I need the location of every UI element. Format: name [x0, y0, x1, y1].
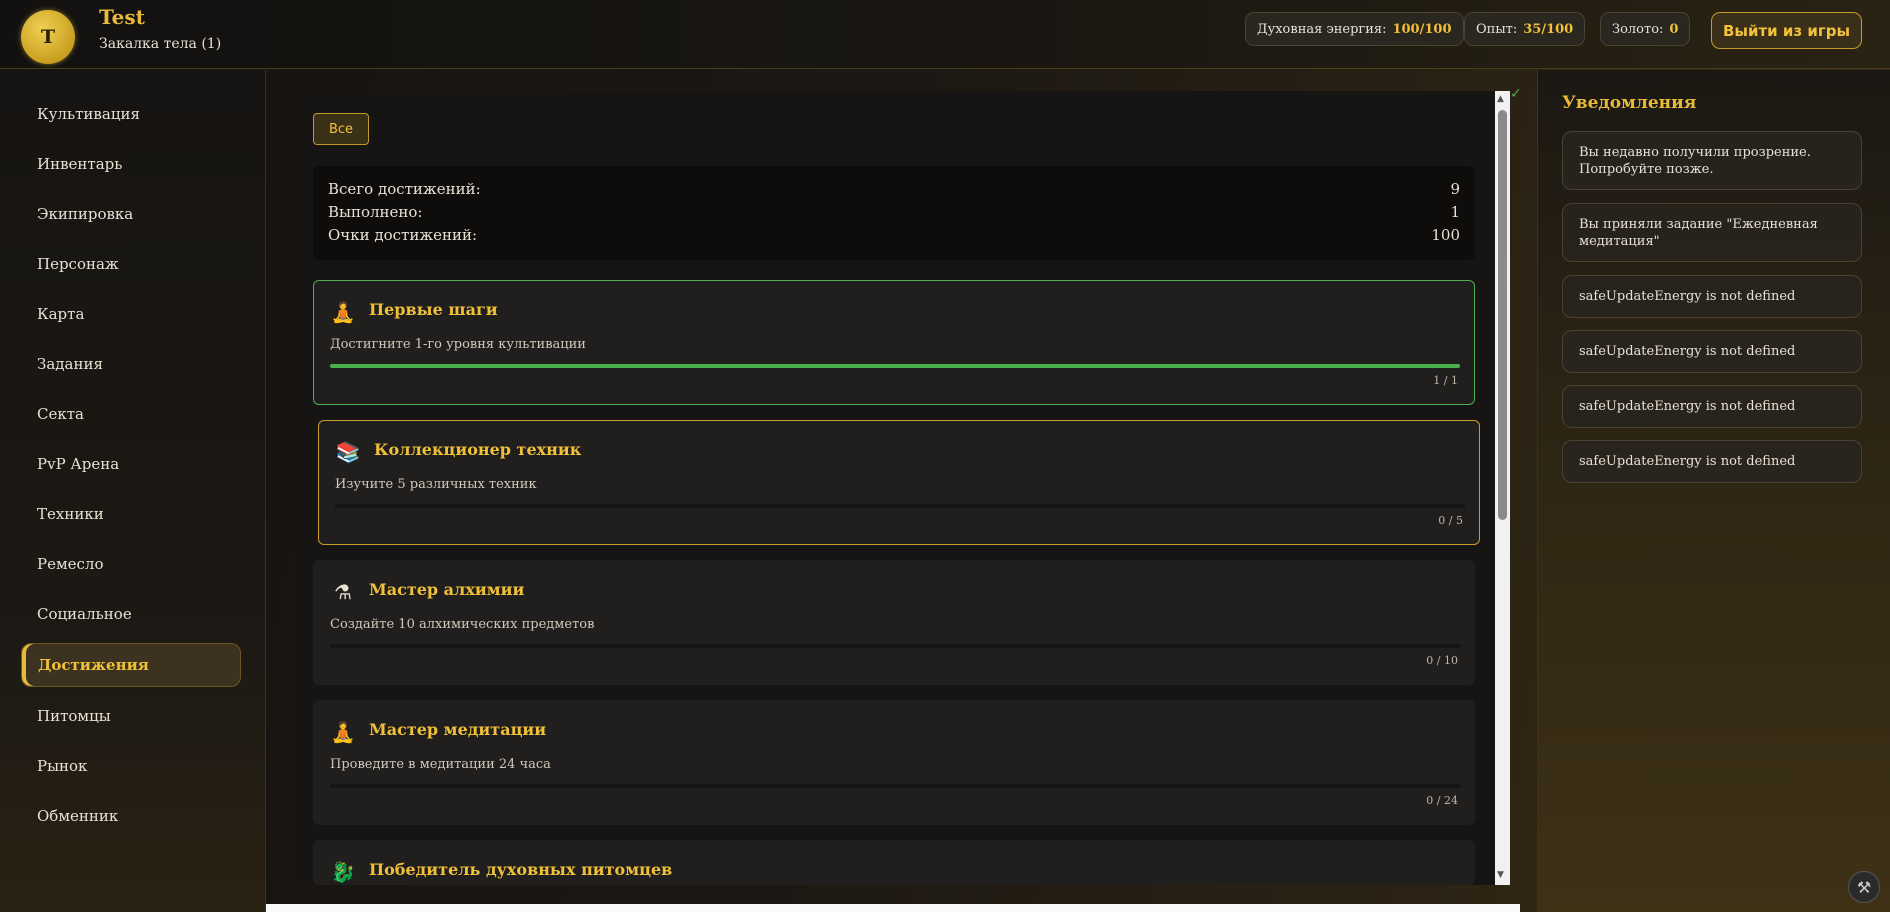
books-icon: 📚	[335, 440, 361, 464]
avatar[interactable]: T	[21, 10, 75, 64]
achievement-card[interactable]: 🧘 Первые шаги Достигните 1-го уровня культ…	[313, 280, 1475, 405]
achievement-title: Мастер алхимии	[369, 580, 525, 599]
notification-item: safeUpdateEnergy is not defined	[1562, 275, 1862, 318]
summary-label: Очки достижений:	[328, 226, 478, 244]
scroll-down-arrow-icon[interactable]: ▼	[1497, 870, 1504, 880]
top-header: T Test Закалка тела (1) Духовная энергия…	[0, 0, 1890, 69]
filter-all-button[interactable]: Все	[313, 113, 369, 145]
achievement-progress-text: 0 / 5	[1438, 514, 1463, 527]
sidebar-item-crafting[interactable]: Ремесло	[21, 542, 241, 586]
sidebar-item-equipment[interactable]: Экипировка	[21, 192, 241, 236]
achievement-progress-bar	[330, 364, 1460, 368]
notification-item: safeUpdateEnergy is not defined	[1562, 385, 1862, 428]
meditation-icon: 🧘	[330, 300, 356, 324]
sidebar-item-pets[interactable]: Питомцы	[21, 694, 241, 738]
stat-value: 0	[1669, 21, 1679, 37]
dragon-icon: 🐉	[330, 860, 356, 884]
player-name: Test	[99, 5, 145, 29]
alchemy-flask-icon: ⚗	[334, 580, 352, 604]
horizontal-scrollbar[interactable]	[266, 904, 1520, 912]
achievement-progress-fill	[330, 364, 1460, 368]
summary-value: 9	[1450, 180, 1460, 198]
player-rank: Закалка тела (1)	[99, 36, 222, 52]
check-icon: ✓	[1510, 86, 1522, 102]
scrollbar-thumb[interactable]	[1498, 110, 1507, 520]
notification-item: Вы приняли задание "Ежедневная медитация…	[1562, 203, 1862, 262]
sidebar-item-sect[interactable]: Секта	[21, 392, 241, 436]
achievement-title: Коллекционер техник	[374, 440, 582, 459]
summary-label: Всего достижений:	[328, 180, 481, 198]
stat-value: 35/100	[1523, 21, 1574, 37]
sidebar-item-cultivation[interactable]: Культивация	[21, 92, 241, 136]
sidebar-item-achievements[interactable]: Достижения	[21, 643, 241, 687]
achievement-progress-text: 0 / 24	[1426, 794, 1458, 807]
achievement-card[interactable]: 🐉 Победитель духовных питомцев	[313, 840, 1475, 885]
achievement-description: Создайте 10 алхимических предметов	[330, 617, 595, 632]
summary-value: 1	[1450, 203, 1460, 221]
notification-item: Вы недавно получили прозрение. Попробуйт…	[1562, 131, 1862, 190]
sidebar-item-map[interactable]: Карта	[21, 292, 241, 336]
notification-item: safeUpdateEnergy is not defined	[1562, 440, 1862, 483]
achievement-card[interactable]: 📚 Коллекционер техник Изучите 5 различных …	[318, 420, 1480, 545]
sidebar-item-pvp-arena[interactable]: PvP Арена	[21, 442, 241, 486]
achievement-description: Достигните 1-го уровня культивации	[330, 337, 586, 352]
sidebar-item-exchange[interactable]: Обменник	[21, 794, 241, 838]
achievement-progress-bar	[330, 784, 1460, 788]
sidebar-item-quests[interactable]: Задания	[21, 342, 241, 386]
achievement-progress-text: 0 / 10	[1426, 654, 1458, 667]
summary-row-points: Очки достижений: 100	[328, 226, 1460, 249]
experience-stat: Опыт: 35/100	[1464, 12, 1586, 46]
achievement-title: Первые шаги	[369, 300, 498, 319]
notifications-title: Уведомления	[1562, 93, 1697, 113]
notifications-panel	[1537, 70, 1890, 912]
scroll-up-arrow-icon[interactable]: ▲	[1497, 94, 1504, 104]
stat-label: Духовная энергия:	[1257, 21, 1387, 37]
notification-item: safeUpdateEnergy is not defined	[1562, 330, 1862, 373]
spirit-energy-stat: Духовная энергия: 100/100	[1245, 12, 1464, 46]
summary-row-total: Всего достижений: 9	[328, 180, 1460, 203]
achievement-description: Изучите 5 различных техник	[335, 477, 537, 492]
summary-row-completed: Выполнено: 1	[328, 203, 1460, 226]
achievement-card[interactable]: ⚗ Мастер алхимии Создайте 10 алхимических …	[313, 560, 1475, 685]
stat-value: 100/100	[1392, 21, 1452, 37]
sidebar-item-market[interactable]: Рынок	[21, 744, 241, 788]
meditation-icon: 🧘	[330, 720, 356, 744]
gold-stat: Золото: 0	[1600, 12, 1691, 46]
sidebar-item-social[interactable]: Социальное	[21, 592, 241, 636]
achievement-title: Победитель духовных питомцев	[369, 860, 673, 879]
tools-icon[interactable]: ⚒	[1848, 871, 1880, 903]
summary-label: Выполнено:	[328, 203, 423, 221]
achievements-summary: Всего достижений: 9 Выполнено: 1 Очки до…	[313, 166, 1475, 260]
achievement-description: Проведите в медитации 24 часа	[330, 757, 551, 772]
stat-label: Золото:	[1612, 21, 1664, 37]
sidebar-item-techniques[interactable]: Техники	[21, 492, 241, 536]
achievement-progress-text: 1 / 1	[1433, 374, 1458, 387]
achievement-card[interactable]: 🧘 Мастер медитации Проведите в медитации 2…	[313, 700, 1475, 825]
sidebar-item-inventory[interactable]: Инвентарь	[21, 142, 241, 186]
achievement-title: Мастер медитации	[369, 720, 547, 739]
summary-value: 100	[1431, 226, 1460, 244]
achievement-progress-bar	[335, 504, 1465, 508]
achievement-progress-bar	[330, 644, 1460, 648]
exit-game-button[interactable]: Выйти из игры	[1711, 12, 1862, 49]
sidebar-item-character[interactable]: Персонаж	[21, 242, 241, 286]
stat-label: Опыт:	[1476, 21, 1518, 37]
